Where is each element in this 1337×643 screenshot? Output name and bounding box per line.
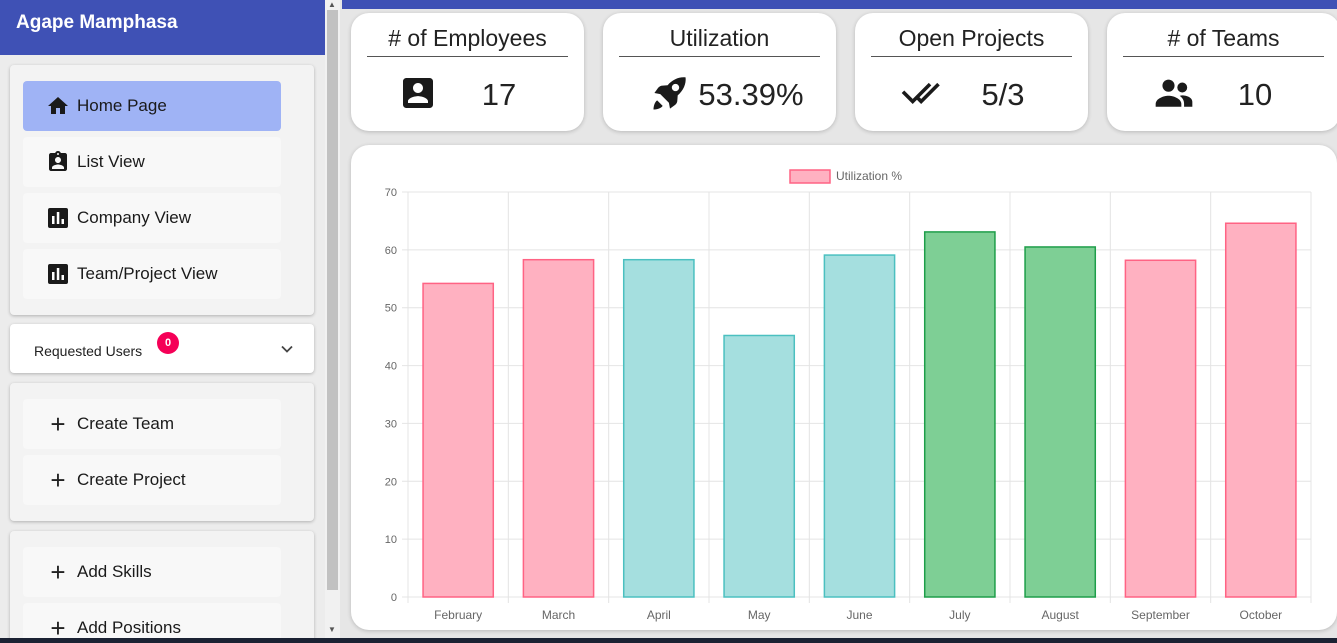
chart-bar <box>823 254 896 598</box>
requested-users-label: Requested Users <box>34 343 143 359</box>
nav-company-view[interactable]: Company View <box>23 193 281 243</box>
sidebar-scrollbar[interactable]: ▲ ▼ <box>325 0 340 643</box>
stat-title: Utilization <box>619 25 820 57</box>
y-tick-label: 40 <box>385 361 397 373</box>
button-label: Add Positions <box>77 618 181 637</box>
bar-chart-icon <box>45 261 71 287</box>
stat-value: 53.39% <box>698 77 804 112</box>
y-tick-label: 0 <box>391 592 397 604</box>
requested-users-dropdown[interactable]: Requested Users 0 <box>10 324 314 373</box>
add-positions-button[interactable]: + Add Positions <box>23 603 281 643</box>
sidebar: Agape Mamphasa Home Page List View Compa… <box>0 0 325 643</box>
y-tick-label: 60 <box>385 245 397 257</box>
nav-label: Home Page <box>77 96 167 115</box>
top-accent-bar <box>342 0 1337 9</box>
x-tick-label: June <box>846 608 872 622</box>
scrollbar-thumb[interactable] <box>327 10 338 590</box>
nav-label: List View <box>77 152 145 171</box>
y-tick-label: 10 <box>385 534 397 546</box>
chart-bar <box>723 334 796 598</box>
x-tick-label: February <box>434 608 482 622</box>
stat-card-open-projects: Open Projects 5/3 <box>855 13 1088 131</box>
user-name-header: Agape Mamphasa <box>0 0 325 55</box>
utilization-bar-chart: 0 10 20 30 40 50 60 70 February March April May June… <box>385 169 1312 622</box>
stat-card-utilization: Utilization 53.39% <box>603 13 836 131</box>
scroll-up-arrow-icon[interactable]: ▲ <box>328 0 336 9</box>
stat-title: # of Employees <box>367 25 568 57</box>
chart-bar <box>422 282 495 598</box>
x-tick-label: September <box>1131 608 1190 622</box>
chart-bar <box>1124 259 1197 598</box>
bottom-edge-bar <box>0 638 1337 643</box>
legend-label: Utilization % <box>836 169 902 183</box>
button-label: Create Team <box>77 414 175 433</box>
stat-title: Open Projects <box>871 25 1072 57</box>
x-tick-label: July <box>949 608 970 622</box>
nav-team-project-view[interactable]: Team/Project View <box>23 249 281 299</box>
bar-chart-icon <box>45 205 71 231</box>
stat-title: # of Teams <box>1123 25 1324 57</box>
stat-card-teams: # of Teams 10 <box>1107 13 1337 131</box>
plus-icon: + <box>50 557 66 587</box>
chart-bar <box>923 231 996 598</box>
create-project-button[interactable]: + Create Project <box>23 455 281 505</box>
stat-value: 17 <box>481 77 517 112</box>
plus-icon: + <box>50 409 66 439</box>
x-tick-label: October <box>1239 608 1282 622</box>
chart-bar <box>1224 222 1297 598</box>
legend-swatch <box>789 169 831 184</box>
nav-home-page[interactable]: Home Page <box>23 81 281 131</box>
plus-icon: + <box>50 465 66 495</box>
y-tick-label: 70 <box>385 187 397 199</box>
x-tick-label: August <box>1041 608 1079 622</box>
chart-bar <box>1024 246 1097 598</box>
chevron-down-icon <box>280 342 294 359</box>
nav-label: Team/Project View <box>77 264 218 283</box>
y-tick-label: 20 <box>385 476 397 488</box>
x-tick-label: March <box>542 608 575 622</box>
badge-icon <box>45 149 71 175</box>
utilization-chart-card: 0 10 20 30 40 50 60 70 February March April May June… <box>351 145 1337 630</box>
stat-value: 10 <box>1237 77 1273 112</box>
stat-value: 5/3 <box>981 77 1025 112</box>
scroll-down-arrow-icon[interactable]: ▼ <box>328 625 336 634</box>
chart-bar <box>622 258 695 598</box>
x-tick-label: May <box>748 608 771 622</box>
add-skills-button[interactable]: + Add Skills <box>23 547 281 597</box>
nav-list-view[interactable]: List View <box>23 137 281 187</box>
requested-users-count-badge: 0 <box>157 332 179 354</box>
create-team-button[interactable]: + Create Team <box>23 399 281 449</box>
chart-bar <box>522 258 595 598</box>
button-label: Create Project <box>77 470 186 489</box>
button-label: Add Skills <box>77 562 152 581</box>
nav-label: Company View <box>77 208 192 227</box>
y-tick-label: 30 <box>385 418 397 430</box>
home-icon <box>45 93 71 119</box>
y-tick-label: 50 <box>385 303 397 315</box>
x-tick-label: April <box>647 608 671 622</box>
stat-card-employees: # of Employees 17 <box>351 13 584 131</box>
